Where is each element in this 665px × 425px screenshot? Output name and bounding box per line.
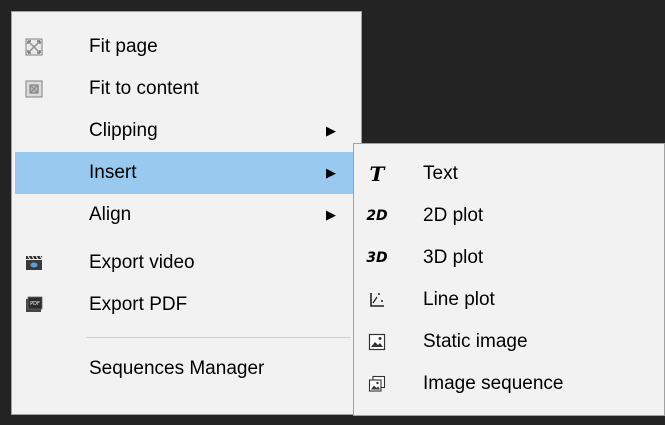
image-sequence-icon — [367, 374, 387, 394]
menu-item-fit-to-content[interactable]: Fit to content — [15, 68, 358, 110]
menu-item-align[interactable]: Align ▶ — [15, 194, 358, 236]
text-icon: T — [369, 162, 385, 186]
3d-plot-icon: 3D — [366, 250, 388, 266]
menu-item-export-video[interactable]: Export video — [15, 242, 358, 284]
menu-item-sequences-manager[interactable]: Sequences Manager — [15, 348, 358, 390]
menu-item-fit-page[interactable]: Fit page — [15, 26, 358, 68]
context-menu: Fit page Fit to content Clipping ▶ Inser… — [11, 11, 362, 415]
2d-plot-icon: 2D — [366, 208, 388, 224]
submenu-item-2d-plot[interactable]: 2D 2D plot — [357, 195, 661, 237]
menu-separator — [86, 337, 351, 338]
menu-item-insert[interactable]: Insert ▶ — [15, 152, 358, 194]
fit-page-icon — [24, 37, 44, 57]
menu-item-export-pdf[interactable]: PDF Export PDF — [15, 284, 358, 326]
static-image-icon — [367, 332, 387, 352]
svg-text:PDF: PDF — [30, 301, 40, 307]
line-plot-icon — [367, 290, 387, 310]
submenu-item-image-sequence[interactable]: Image sequence — [357, 363, 661, 405]
submenu-item-text[interactable]: T Text — [357, 153, 661, 195]
menu-item-clipping[interactable]: Clipping ▶ — [15, 110, 358, 152]
chevron-right-icon: ▶ — [326, 123, 336, 138]
submenu-item-3d-plot[interactable]: 3D 3D plot — [357, 237, 661, 279]
pdf-icon: PDF — [24, 295, 44, 315]
submenu-item-static-image[interactable]: Static image — [357, 321, 661, 363]
chevron-right-icon: ▶ — [326, 165, 336, 180]
fit-to-content-icon — [24, 79, 44, 99]
insert-submenu: T Text 2D 2D plot 3D 3D plot Line plot S… — [353, 143, 665, 416]
video-icon — [24, 253, 44, 273]
submenu-item-line-plot[interactable]: Line plot — [357, 279, 661, 321]
chevron-right-icon: ▶ — [326, 207, 336, 222]
